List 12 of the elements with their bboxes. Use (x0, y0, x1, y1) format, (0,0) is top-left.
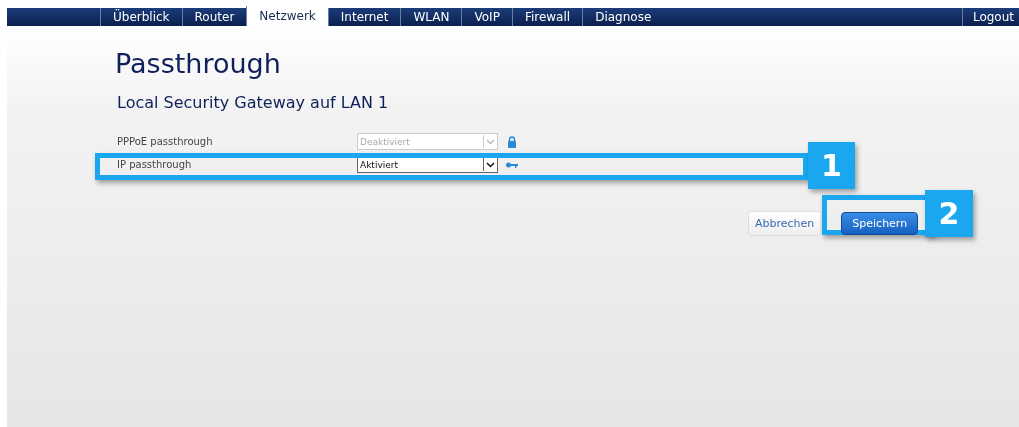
chevron-down-icon (483, 158, 497, 171)
save-button[interactable]: Speichern (841, 212, 919, 235)
step-number: 1 (808, 142, 855, 189)
nav-tab[interactable]: Netzwerk (246, 6, 328, 26)
page-title: Passthrough (115, 48, 282, 79)
step-number: 2 (925, 190, 973, 237)
lock-icon (505, 135, 519, 148)
setting-label: IP passthrough (117, 159, 193, 170)
chevron-down-icon (483, 135, 497, 148)
section-title: Local Security Gateway auf LAN 1 (117, 93, 390, 112)
setting-label: PPPoE passthrough (117, 136, 214, 147)
cancel-button[interactable]: Abbrechen (748, 211, 822, 236)
